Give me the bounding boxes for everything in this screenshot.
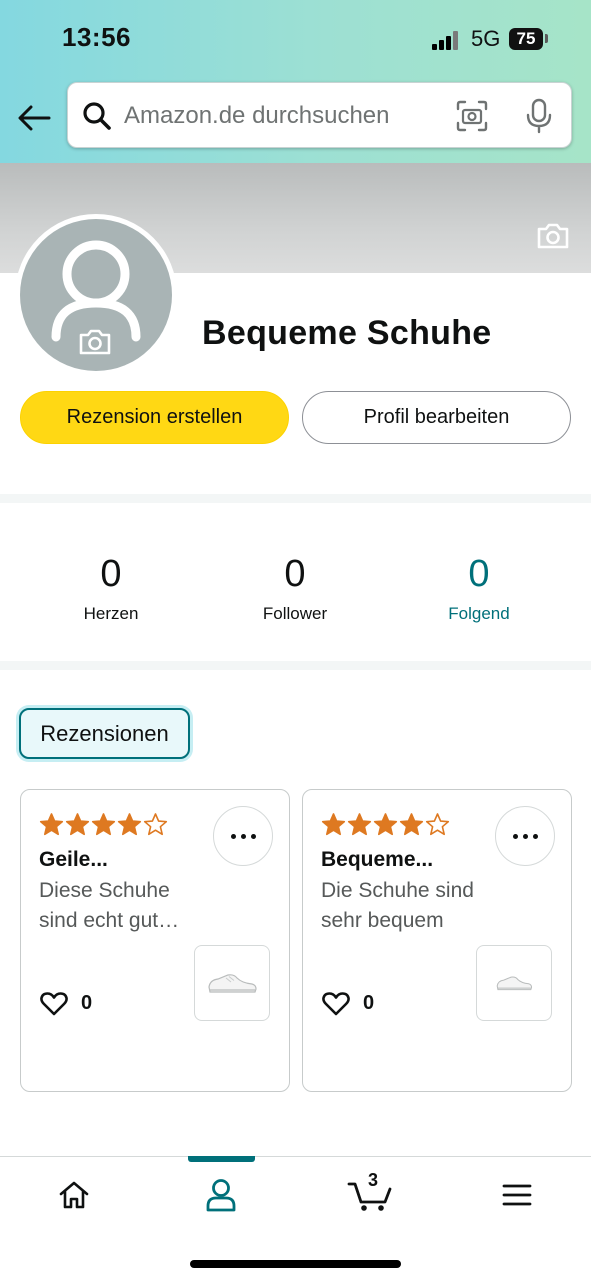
sneaker-image bbox=[496, 976, 533, 991]
stat-label: Folgend bbox=[448, 604, 510, 623]
search-icon bbox=[83, 102, 111, 130]
review-card[interactable]: Bequeme... Die Schuhe sind sehr bequem 0 bbox=[302, 789, 572, 1092]
search-bar[interactable] bbox=[67, 82, 572, 148]
star-empty-icon bbox=[425, 813, 450, 836]
tab-reviews[interactable]: Rezensionen bbox=[19, 708, 190, 759]
star-filled-icon bbox=[65, 813, 90, 836]
stat-hearts[interactable]: 0 Herzen bbox=[21, 550, 201, 624]
nav-home[interactable] bbox=[44, 1172, 104, 1218]
star-empty-icon bbox=[143, 813, 168, 836]
more-options-button[interactable] bbox=[495, 806, 555, 866]
active-tab-indicator bbox=[188, 1156, 255, 1162]
nav-profile[interactable] bbox=[191, 1172, 251, 1218]
microphone-icon[interactable] bbox=[524, 98, 554, 134]
search-input[interactable] bbox=[124, 95, 404, 137]
heart-count: 0 bbox=[81, 992, 93, 1014]
home-indicator bbox=[190, 1260, 401, 1268]
home-icon bbox=[59, 1181, 89, 1209]
cart-count-badge: 3 bbox=[368, 1170, 379, 1190]
battery-icon: 75 bbox=[509, 28, 543, 50]
app-header: 13:56 5G 75 bbox=[0, 0, 591, 163]
more-options-button[interactable] bbox=[213, 806, 273, 866]
star-rating bbox=[321, 812, 450, 838]
product-thumbnail[interactable] bbox=[194, 945, 270, 1021]
product-thumbnail[interactable] bbox=[476, 945, 552, 1021]
edit-profile-button[interactable]: Profil bearbeiten bbox=[302, 391, 571, 444]
signal-strength-icon bbox=[432, 30, 462, 50]
back-button[interactable] bbox=[14, 98, 54, 138]
create-review-button[interactable]: Rezension erstellen bbox=[20, 391, 289, 444]
review-card[interactable]: Geile... Diese Schuhe sind echt gut… 0 bbox=[20, 789, 290, 1092]
star-filled-icon bbox=[91, 813, 116, 836]
section-divider bbox=[0, 494, 591, 503]
sneaker-image bbox=[208, 974, 257, 993]
battery-tip bbox=[545, 34, 548, 43]
avatar-camera-icon[interactable] bbox=[78, 328, 112, 356]
star-filled-icon bbox=[321, 813, 346, 836]
arrow-left-icon bbox=[18, 105, 51, 131]
review-body: Diese Schuhe sind echt gut… bbox=[39, 879, 180, 932]
section-divider bbox=[0, 661, 591, 670]
stat-label: Follower bbox=[262, 604, 328, 623]
nav-menu[interactable] bbox=[487, 1172, 547, 1218]
heart-icon[interactable] bbox=[40, 991, 68, 1017]
star-filled-icon bbox=[373, 813, 398, 836]
stat-value: 0 bbox=[100, 553, 122, 595]
star-rating bbox=[39, 812, 168, 838]
cover-camera-icon[interactable] bbox=[536, 222, 570, 250]
heart-count: 0 bbox=[363, 992, 375, 1014]
stat-following[interactable]: 0 Folgend bbox=[389, 550, 569, 624]
network-type: 5G bbox=[471, 26, 501, 51]
stat-value: 0 bbox=[468, 553, 490, 595]
camera-search-icon[interactable] bbox=[456, 100, 488, 132]
star-filled-icon bbox=[117, 813, 142, 836]
review-title: Bequeme... bbox=[321, 848, 434, 871]
review-body: Die Schuhe sind sehr bequem bbox=[321, 879, 474, 932]
stat-label: Herzen bbox=[83, 604, 139, 623]
profile-name: Bequeme Schuhe bbox=[202, 314, 492, 352]
stat-followers[interactable]: 0 Follower bbox=[205, 550, 385, 624]
star-filled-icon bbox=[39, 813, 64, 836]
star-filled-icon bbox=[399, 813, 424, 836]
review-title: Geile... bbox=[39, 848, 108, 871]
heart-icon[interactable] bbox=[322, 991, 350, 1017]
profile-icon bbox=[206, 1179, 236, 1212]
menu-icon bbox=[502, 1184, 532, 1206]
status-time: 13:56 bbox=[62, 22, 131, 52]
stat-value: 0 bbox=[284, 553, 306, 595]
star-filled-icon bbox=[347, 813, 372, 836]
